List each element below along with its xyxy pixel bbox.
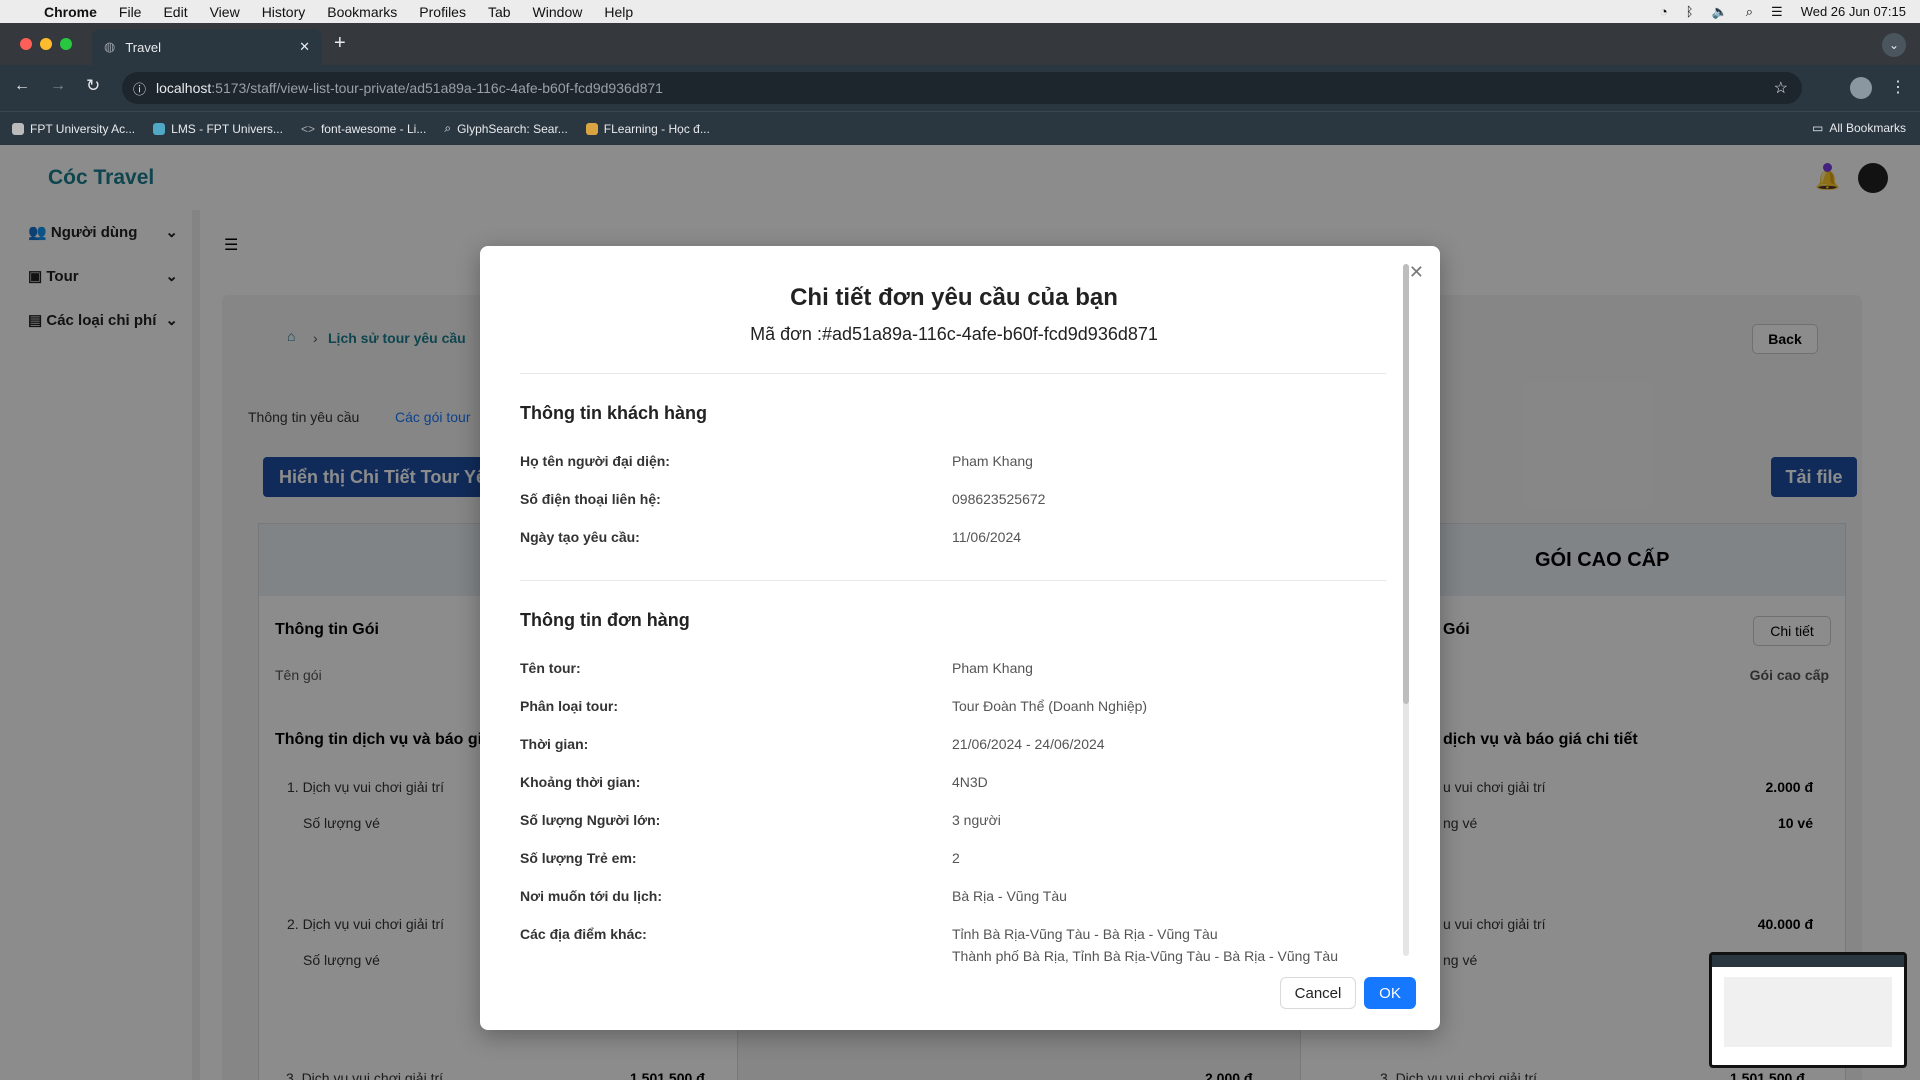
bookmark-item[interactable]: ⌕ GlyphSearch: Sear...	[444, 121, 567, 136]
order-field-value: Tỉnh Bà Rịa-Vũng Tàu - Bà Rịa - Vũng Tàu	[952, 926, 1218, 942]
bookmark-item[interactable]: FPT University Ac...	[12, 122, 135, 136]
bookmark-star-icon[interactable]: ☆	[1774, 78, 1788, 98]
profile-avatar[interactable]	[1850, 77, 1872, 99]
close-window-button[interactable]	[20, 38, 32, 50]
menu-view[interactable]: View	[210, 4, 240, 20]
bookmarks-bar: FPT University Ac... LMS - FPT Univers..…	[0, 111, 1920, 145]
bookmark-favicon-icon	[585, 122, 598, 135]
customer-section-title: Thông tin khách hàng	[520, 403, 707, 423]
back-arrow-icon[interactable]: ←	[14, 77, 30, 95]
modal-title: Chi tiết đơn yêu cầu của bạn	[790, 284, 1118, 311]
order-field-value: 4N3D	[952, 774, 988, 790]
order-code: Mã đơn :#ad51a89a-116c-4afe-b60f-fcd9d93…	[750, 324, 1158, 344]
customer-field-value: Pham Khang	[952, 453, 1033, 469]
order-field-label: Số lượng Trẻ em:	[520, 850, 637, 866]
divider	[520, 580, 1386, 581]
site-info-icon[interactable]: ⓘ	[133, 79, 146, 98]
forward-arrow-icon[interactable]: →	[50, 77, 66, 95]
cancel-button[interactable]: Cancel	[1280, 977, 1356, 1009]
menu-file[interactable]: File	[119, 4, 142, 20]
order-field-label: Các địa điểm khác:	[520, 926, 647, 942]
modal-close-icon[interactable]: ✕	[1409, 262, 1424, 283]
bluetooth-icon[interactable]: ᛒ	[1686, 4, 1694, 19]
menu-tab[interactable]: Tab	[488, 4, 511, 20]
bookmark-favicon-icon	[12, 122, 24, 135]
order-field-value: Bà Rịa - Vũng Tàu	[952, 888, 1067, 904]
browser-tab[interactable]: ◍ Travel ✕	[92, 29, 322, 65]
modal-scrollbar[interactable]	[1403, 264, 1409, 956]
order-field-value: 3 người	[952, 812, 1001, 828]
all-bookmarks[interactable]: ▭ All Bookmarks	[1812, 121, 1906, 135]
menu-bookmarks[interactable]: Bookmarks	[327, 4, 397, 20]
bookmark-item[interactable]: LMS - FPT Univers...	[153, 122, 283, 136]
customer-field-label: Ngày tạo yêu cầu:	[520, 529, 640, 545]
order-field-value-line2: Thành phố Bà Rịa, Tỉnh Bà Rịa-Vũng Tàu -…	[952, 948, 1339, 964]
zoom-window-button[interactable]	[60, 38, 72, 50]
screenshot-thumbnail[interactable]	[1709, 952, 1907, 1068]
menubar-clock[interactable]: Wed 26 Jun 07:15	[1801, 4, 1906, 19]
order-field-label: Khoảng thời gian:	[520, 774, 641, 790]
mac-menubar: Chrome File Edit View History Bookmarks …	[0, 0, 1920, 23]
tab-close-icon[interactable]: ✕	[299, 39, 310, 55]
customer-field-label: Số điện thoại liên hệ:	[520, 491, 661, 507]
order-field-label: Số lượng Người lớn:	[520, 812, 661, 828]
menu-history[interactable]: History	[262, 4, 306, 20]
ok-button[interactable]: OK	[1364, 977, 1416, 1009]
order-field-label: Phân loại tour:	[520, 698, 618, 714]
folder-icon: ▭	[1811, 121, 1824, 135]
menu-app-name[interactable]: Chrome	[44, 4, 97, 20]
order-field-value: 21/06/2024 - 24/06/2024	[952, 736, 1105, 752]
url-path: :5173/staff/view-list-tour-private/ad51a…	[211, 80, 663, 96]
bookmark-item[interactable]: FLearning - Học đ...	[585, 122, 710, 136]
thumbnail-content	[1724, 977, 1892, 1047]
browser-tabbar: ◍ Travel ✕ + ⌄	[0, 23, 1920, 65]
menu-edit[interactable]: Edit	[163, 4, 187, 20]
divider	[520, 373, 1386, 374]
search-favicon-icon: ⌕	[444, 121, 452, 135]
browser-toolbar: ← → ↻ ⓘ localhost:5173/staff/view-list-t…	[0, 65, 1920, 111]
search-icon[interactable]: ⌕	[1746, 4, 1753, 20]
volume-icon[interactable]: 🔈	[1712, 4, 1728, 20]
bookmark-item[interactable]: <> font-awesome - Li...	[301, 122, 426, 136]
order-field-label: Thời gian:	[520, 736, 589, 752]
tab-title: Travel	[125, 39, 161, 55]
reload-icon[interactable]: ↻	[86, 76, 100, 96]
wifi-icon[interactable]: ◔	[1660, 4, 1668, 19]
new-tab-icon[interactable]: +	[334, 32, 346, 55]
more-menu-icon[interactable]: ⋮	[1890, 77, 1906, 97]
thumbnail-header	[1712, 955, 1904, 967]
customer-field-value: 11/06/2024	[952, 529, 1022, 545]
minimize-window-button[interactable]	[40, 38, 52, 50]
url-host: localhost	[156, 80, 212, 96]
globe-icon: ◍	[104, 39, 116, 54]
menu-help[interactable]: Help	[604, 4, 633, 20]
order-detail-modal: ✕ Chi tiết đơn yêu cầu của bạn Mã đơn :#…	[480, 246, 1440, 1030]
customer-field-label: Họ tên người đại diện:	[520, 453, 670, 469]
bookmark-favicon-icon	[153, 122, 166, 135]
control-center-icon[interactable]: ☰	[1771, 4, 1783, 20]
menu-window[interactable]: Window	[533, 4, 583, 20]
customer-field-value: 098623525672	[952, 491, 1046, 507]
menu-profiles[interactable]: Profiles	[419, 4, 466, 20]
order-field-value: Tour Đoàn Thể (Doanh Nghiệp)	[952, 698, 1148, 714]
address-bar[interactable]: ⓘ localhost:5173/staff/view-list-tour-pr…	[122, 72, 1802, 104]
tab-search-icon[interactable]: ⌄	[1882, 33, 1906, 57]
code-icon: <>	[300, 121, 315, 136]
order-field-label: Tên tour:	[520, 660, 581, 676]
order-section-title: Thông tin đơn hàng	[520, 610, 690, 630]
order-field-value: Pham Khang	[952, 660, 1033, 676]
order-field-label: Nơi muốn tới du lịch:	[520, 888, 663, 904]
order-field-value: 2	[952, 850, 960, 866]
